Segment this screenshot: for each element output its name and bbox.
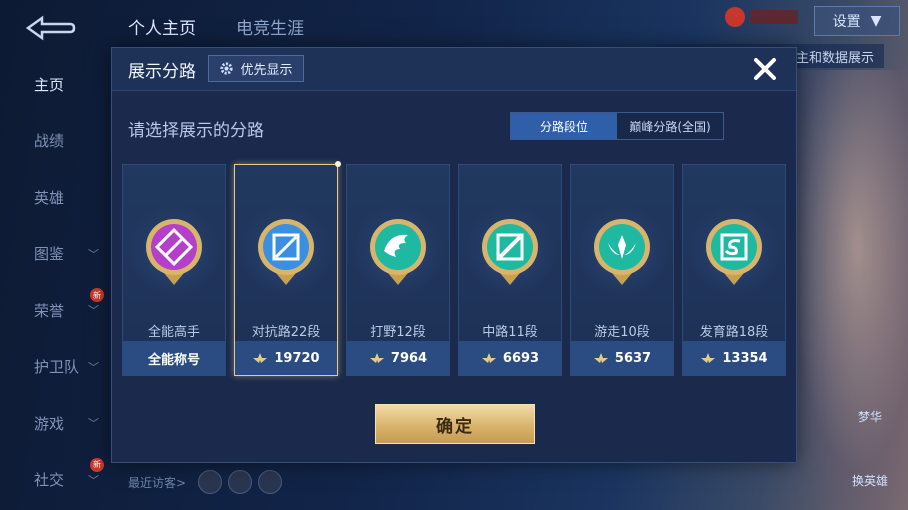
avatar[interactable] (228, 470, 252, 494)
lane-card-label: 打野12段 (370, 325, 426, 340)
priority-display-button[interactable]: 优先显示 (208, 55, 304, 82)
lane-card-allround[interactable]: 全能高手 全能称号 (122, 164, 226, 376)
badge-glow (688, 205, 780, 297)
lane-card-footer: 7964 (347, 341, 449, 375)
tab-lane-rank[interactable]: 分路段位 (511, 113, 617, 139)
jungle-badge-icon (370, 219, 426, 285)
data-display-label: 主和数据展示 (795, 50, 874, 66)
power-icon (593, 353, 608, 363)
dialog-header: 展示分路 优先显示 (112, 48, 796, 91)
chevron-down-icon: ﹀ (88, 304, 99, 318)
dialog-title: 展示分路 (128, 62, 196, 82)
lane-card-footer: 6693 (459, 341, 561, 375)
sidebar-item-home[interactable]: 主页 (0, 56, 110, 113)
power-score: 6693 (502, 350, 540, 366)
lane-card-jungle[interactable]: 打野12段 7964 (346, 164, 450, 376)
badge-glow (464, 205, 556, 297)
lane-card-label: 发育路18段 (699, 325, 769, 340)
dream-label: 梦华 (858, 410, 883, 424)
lane-card-label: 全能高手 (147, 325, 200, 340)
sidebar-item-label: 护卫队 (34, 358, 80, 377)
sidebar-item-label: 游戏 (34, 414, 65, 433)
priority-display-label: 优先显示 (240, 63, 293, 78)
sidebar-item-label: 社交 (34, 471, 65, 490)
badge-glow (128, 205, 220, 297)
close-button[interactable] (748, 52, 782, 86)
power-icon (701, 353, 716, 363)
lane-card-label: 对抗路22段 (251, 325, 321, 340)
power-icon (481, 353, 496, 363)
lane-card-label: 游走10段 (594, 325, 650, 340)
sidebar-item-games[interactable]: 游戏 ﹀ (0, 395, 110, 452)
roam-badge-icon (594, 219, 650, 285)
farm-lane-badge-icon (706, 219, 762, 285)
power-icon (369, 353, 384, 363)
lane-card-mid[interactable]: 中路11段 6693 (458, 164, 562, 376)
sidebar-item-guard-team[interactable]: 护卫队 ﹀ (0, 339, 110, 396)
hero-artwork (780, 70, 908, 510)
lane-card-label: 中路11段 (482, 325, 538, 340)
recent-visitors-link[interactable]: 最近访客> (128, 474, 186, 491)
power-score: 7964 (390, 350, 428, 366)
lane-card-footer: 全能称号 (123, 341, 225, 375)
lane-card-roam[interactable]: 游走10段 5637 (570, 164, 674, 376)
avatar[interactable] (258, 470, 282, 494)
chevron-down-icon: ﹀ (88, 247, 99, 261)
change-hero-label: 换英雄 (852, 474, 889, 488)
allround-badge-icon (146, 219, 202, 285)
badge-glow (576, 205, 668, 297)
close-icon (754, 58, 776, 80)
lane-card-footer: 13354 (683, 341, 785, 375)
sidebar-item-honors[interactable]: 荣誉 新 ﹀ (0, 282, 110, 339)
back-arrow-icon[interactable] (22, 12, 78, 44)
new-tag-badge: 新 (90, 457, 104, 472)
chevron-down-icon: ﹀ (88, 417, 99, 431)
gear-icon (220, 62, 234, 75)
dream-button[interactable]: 梦华 (858, 408, 882, 425)
sidebar-item-records[interactable]: 战绩 (0, 113, 110, 170)
sidebar-item-label: 英雄 (34, 188, 65, 207)
chevron-down-icon: ▼ (870, 13, 882, 29)
sidebar-item-gallery[interactable]: 图鉴 ﹀ (0, 226, 110, 283)
sidebar-item-label: 战绩 (34, 132, 65, 151)
tab-esports-career[interactable]: 电竞生涯 (236, 14, 304, 39)
mid-lane-badge-icon (482, 219, 538, 285)
settings-label: 设置 (832, 14, 861, 30)
lane-card-footer: 5637 (571, 341, 673, 375)
lane-card-list: 全能高手 全能称号 对抗路22段 19720 打野12段 7964 中路11段 … (122, 161, 786, 376)
lane-card-farm[interactable]: 发育路18段 13354 (682, 164, 786, 376)
badge-glow (240, 205, 332, 297)
visitor-avatars (198, 470, 282, 494)
power-score: 13354 (722, 350, 768, 366)
lane-card-clash[interactable]: 对抗路22段 19720 (234, 161, 341, 376)
power-icon (253, 353, 268, 363)
confirm-button[interactable]: 确定 (375, 404, 535, 444)
power-score: 5637 (614, 350, 652, 366)
change-hero-button[interactable]: 换英雄 (852, 472, 888, 489)
lane-type-tabs: 分路段位 巅峰分路(全国) (510, 112, 724, 140)
lane-card-footer: 19720 (235, 341, 337, 375)
select-lane-prompt: 请选择展示的分路 (128, 121, 264, 141)
tab-peak-lane-national[interactable]: 巅峰分路(全国) (617, 113, 723, 139)
settings-button[interactable]: 设置 ▼ (814, 6, 900, 36)
lane-display-dialog: 展示分路 优先显示 请选择展示的分路 分路段位 巅峰分路(全国) 全能高手 全能… (111, 47, 797, 463)
new-tag-badge: 新 (90, 288, 104, 302)
tab-personal-home[interactable]: 个人主页 (128, 14, 196, 39)
sidebar-item-heroes[interactable]: 英雄 (0, 169, 110, 226)
chevron-down-icon: ﹀ (88, 360, 99, 374)
lane-card-footer-text: 全能称号 (147, 352, 200, 368)
badge-glow (352, 205, 444, 297)
avatar[interactable] (198, 470, 222, 494)
chevron-down-icon: ﹀ (88, 473, 99, 487)
vip-badge-icon (725, 7, 798, 27)
sidebar-item-label: 图鉴 (34, 245, 65, 264)
sidebar-item-label: 荣誉 (34, 301, 65, 320)
profile-top-tabs: 个人主页 电竞生涯 (128, 14, 304, 39)
sidebar-item-label: 主页 (34, 75, 65, 94)
power-score: 19720 (274, 350, 320, 366)
clash-lane-badge-icon (258, 219, 314, 285)
sidebar: 主页 战绩 英雄 图鉴 ﹀ 荣誉 新 ﹀ 护卫队 ﹀ 游戏 ﹀ 社交 新 ﹀ (0, 56, 110, 508)
sidebar-item-social[interactable]: 社交 新 ﹀ (0, 452, 110, 509)
